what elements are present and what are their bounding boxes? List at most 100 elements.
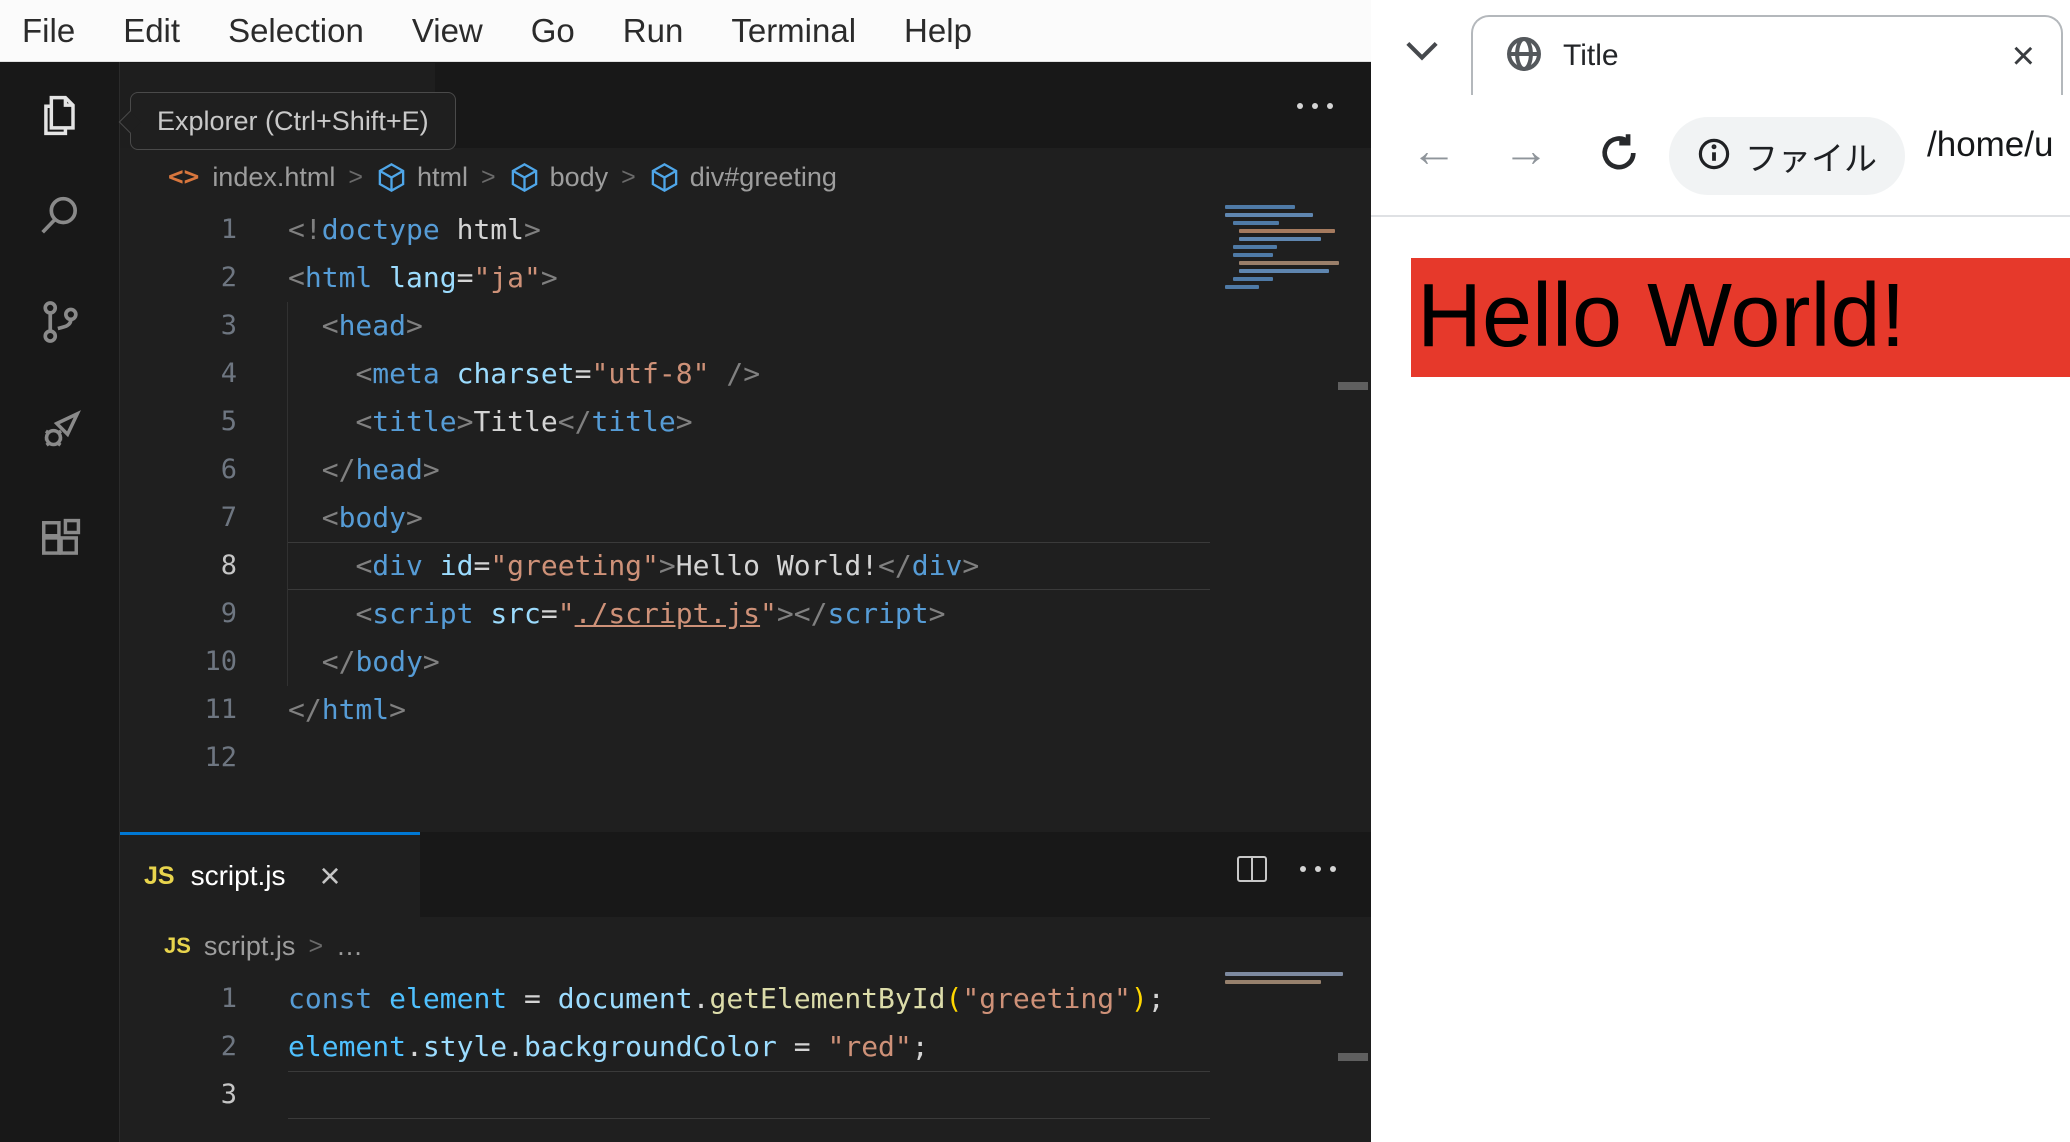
code-line[interactable]: 1 const element = document.getElementById…: [120, 975, 1371, 1023]
forward-button[interactable]: →: [1503, 123, 1549, 177]
editor-actions-more-icon[interactable]: [1300, 866, 1336, 872]
code-text: <body>: [321, 501, 423, 534]
address-bar-url[interactable]: /home/u: [1927, 125, 2053, 165]
menu-item-view[interactable]: View: [412, 12, 483, 50]
browser-window: Title × ← → ファイル /home/u Hello World!: [1371, 0, 2070, 1142]
breadcrumb-symbol[interactable]: body: [509, 162, 608, 193]
close-tab-icon[interactable]: ×: [2012, 36, 2035, 76]
code-line[interactable]: 1 <!doctype html>: [120, 206, 1371, 254]
code-line[interactable]: 3: [120, 1071, 1371, 1119]
code-line[interactable]: 11 </html>: [120, 686, 1371, 734]
code-line[interactable]: 9 <script src="./script.js"></script>: [120, 590, 1371, 638]
js-file-icon: JS: [164, 933, 191, 958]
js-file-icon: JS: [144, 861, 175, 890]
run-debug-icon[interactable]: [34, 404, 86, 456]
greeting-text: Hello World!: [1411, 258, 2070, 377]
current-line-highlight: [288, 1071, 1210, 1119]
site-info-chip[interactable]: ファイル: [1669, 117, 1905, 195]
code-editor-html[interactable]: 1 <!doctype html> 2 <html lang="ja"> 3 <head…: [120, 206, 1371, 782]
code-text: <script src="./script.js"></script>: [355, 597, 946, 630]
code-line[interactable]: 2 <html lang="ja">: [120, 254, 1371, 302]
breadcrumb-more[interactable]: …: [336, 931, 363, 962]
line-number: 3: [220, 1079, 237, 1110]
line-number: 1: [220, 983, 237, 1014]
menu-item-edit[interactable]: Edit: [123, 12, 180, 50]
browser-toolbar: ← → ファイル /home/u: [1371, 95, 2070, 215]
overview-ruler-mark: [1338, 382, 1368, 390]
breadcrumb-file[interactable]: index.html: [212, 162, 335, 193]
editor-group-js: JS script.js × JS script.js > … 1 const e…: [120, 832, 1371, 1142]
breadcrumb-file[interactable]: script.js: [204, 931, 296, 962]
line-number: 1: [220, 214, 237, 245]
line-number: 5: [220, 406, 237, 437]
line-number: 11: [204, 694, 237, 725]
tab-bar-bottom: JS script.js ×: [120, 832, 1371, 917]
chevron-right-icon: >: [308, 931, 324, 960]
browser-tab[interactable]: Title ×: [1471, 15, 2063, 95]
menu-item-selection[interactable]: Selection: [228, 12, 364, 50]
html-file-icon: <>: [168, 162, 200, 192]
extensions-icon[interactable]: [34, 513, 86, 565]
line-number: 3: [220, 310, 237, 341]
reload-button[interactable]: [1597, 131, 1641, 175]
code-editor-js[interactable]: 1 const element = document.getElementById…: [120, 975, 1371, 1119]
browser-tab-title: Title: [1563, 39, 1619, 72]
line-number: 2: [220, 262, 237, 293]
indent-guide: [287, 302, 288, 686]
browser-page-content: Hello World!: [1371, 217, 2070, 1142]
menu-item-file[interactable]: File: [22, 12, 75, 50]
search-icon[interactable]: [34, 190, 86, 242]
code-line[interactable]: 7 <body>: [120, 494, 1371, 542]
tab-script-js[interactable]: JS script.js ×: [120, 832, 420, 917]
breadcrumb-symbol[interactable]: div#greeting: [649, 162, 837, 193]
code-line[interactable]: 3 <head>: [120, 302, 1371, 350]
close-tab-icon[interactable]: ×: [320, 858, 341, 894]
tab-search-chevron-icon[interactable]: [1405, 40, 1439, 62]
line-number: 9: [220, 598, 237, 629]
tooltip-text: Explorer (Ctrl+Shift+E): [157, 105, 429, 136]
breadcrumb-symbol[interactable]: html: [376, 162, 468, 193]
code-text: element.style.backgroundColor = "red";: [288, 1030, 929, 1063]
back-button[interactable]: ←: [1411, 123, 1457, 177]
breadcrumb[interactable]: <> index.html > html > body > div#greeting: [120, 148, 1371, 206]
code-text: <div id="greeting">Hello World!</div>: [355, 549, 980, 582]
line-number: 4: [220, 358, 237, 389]
code-line[interactable]: 6 </head>: [120, 446, 1371, 494]
code-text: </head>: [321, 453, 440, 486]
code-line[interactable]: 12: [120, 734, 1371, 782]
line-number: 12: [204, 742, 237, 773]
browser-tab-strip: Title ×: [1371, 0, 2070, 95]
code-text: <meta charset="utf-8" />: [355, 357, 761, 390]
editor-group-html: <> index.html > html > body > div#greeting 1 <!d…: [120, 62, 1371, 832]
chevron-right-icon: >: [621, 162, 636, 191]
menu-item-terminal[interactable]: Terminal: [731, 12, 856, 50]
line-number: 6: [220, 454, 237, 485]
info-icon: [1697, 137, 1731, 176]
code-line[interactable]: 10 </body>: [120, 638, 1371, 686]
editor-actions-more-icon[interactable]: [1297, 103, 1333, 109]
code-text: <head>: [321, 309, 423, 342]
explorer-icon[interactable]: [34, 90, 86, 142]
code-line[interactable]: 5 <title>Title</title>: [120, 398, 1371, 446]
chevron-right-icon: >: [348, 162, 363, 191]
code-text: </body>: [321, 645, 440, 678]
menu-item-go[interactable]: Go: [531, 12, 575, 50]
menu-item-run[interactable]: Run: [623, 12, 684, 50]
split-editor-icon[interactable]: [1237, 856, 1267, 882]
chip-label: ファイル: [1745, 140, 1877, 177]
code-line[interactable]: 8 <div id="greeting">Hello World!</div>: [120, 542, 1371, 590]
tab-label: script.js: [190, 860, 286, 891]
menu-item-help[interactable]: Help: [904, 12, 972, 50]
minimap[interactable]: [1225, 972, 1355, 988]
breadcrumb[interactable]: JS script.js > …: [120, 917, 1371, 975]
line-number: 2: [220, 1031, 237, 1062]
code-text: <title>Title</title>: [355, 405, 693, 438]
menu-bar: File Edit Selection View Go Run Terminal Help: [0, 0, 1371, 62]
source-control-icon[interactable]: [34, 296, 86, 348]
line-number: 8: [220, 550, 237, 581]
minimap[interactable]: [1225, 205, 1355, 293]
code-line[interactable]: 2 element.style.backgroundColor = "red";: [120, 1023, 1371, 1071]
code-line[interactable]: 4 <meta charset="utf-8" />: [120, 350, 1371, 398]
